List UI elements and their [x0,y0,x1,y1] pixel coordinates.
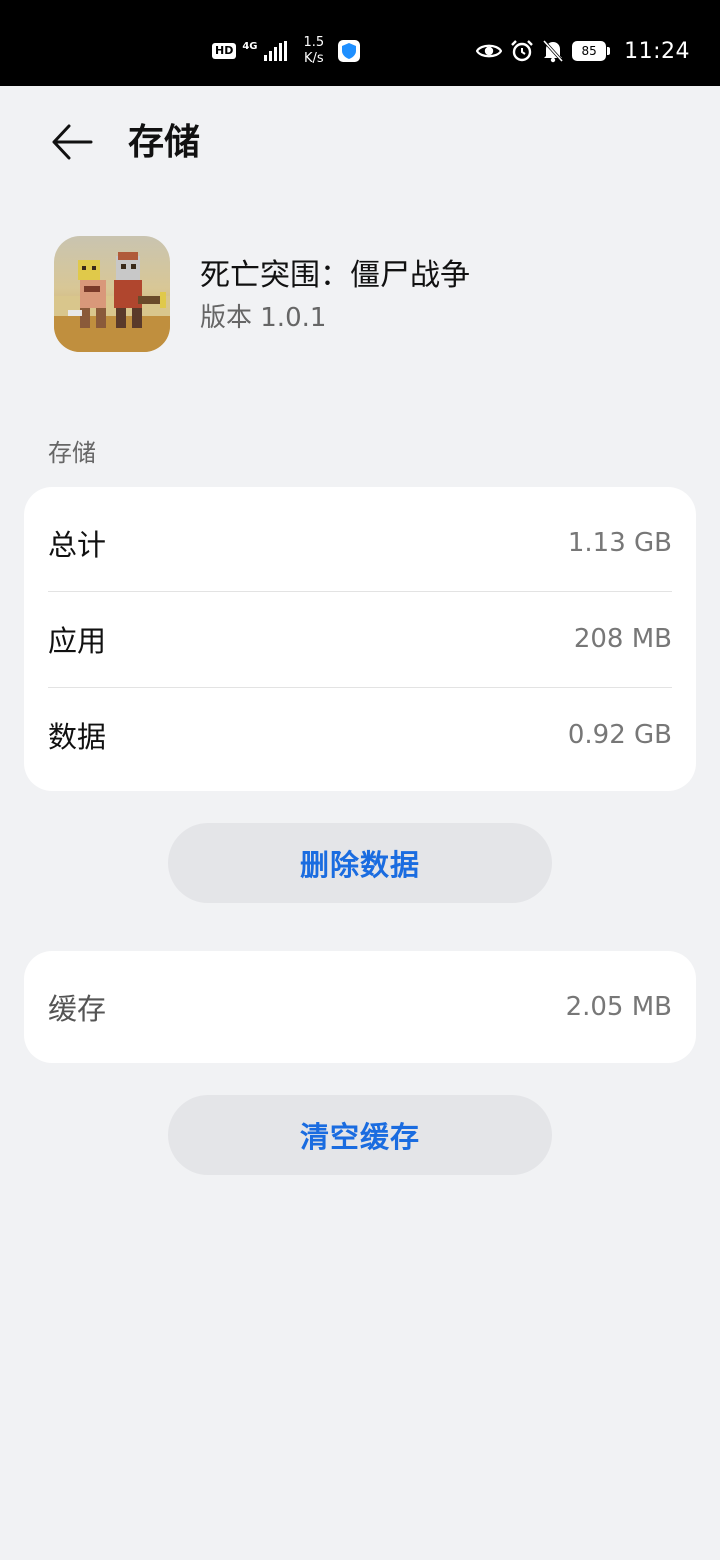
status-bar: HD 4G 1.5 K/s 85 11:24 [0,0,720,86]
bell-off-icon [542,39,564,63]
storage-row-data: 数据 0.92 GB [24,687,696,783]
storage-section-label: 存储 [48,439,96,467]
app-info: 死亡突围：僵尸战争 版本 1.0.1 [0,236,720,352]
row-value: 0.92 GB [567,720,672,750]
clear-cache-button[interactable]: 清空缓存 [168,1095,552,1175]
clock: 11:24 [624,38,690,64]
status-right: 85 11:24 [476,36,690,66]
back-button[interactable] [44,114,100,170]
battery-level: 85 [572,41,607,61]
cache-row: 缓存 2.05 MB [24,951,696,1063]
storage-card: 总计 1.13 GB 应用 208 MB 数据 0.92 GB [24,487,696,791]
row-label: 数据 [48,720,107,754]
shield-icon [338,40,361,62]
cache-label: 缓存 [48,992,107,1026]
page-title: 存储 [128,122,201,163]
app-version: 版本 1.0.1 [200,303,327,333]
row-value: 1.13 GB [567,528,672,558]
header: 存储 [0,86,720,202]
row-value: 208 MB [573,624,672,654]
status-left: HD 4G 1.5 K/s [212,35,361,67]
network-speed: 1.5 K/s [304,35,325,67]
alarm-icon [511,40,533,62]
storage-row-app: 应用 208 MB [24,591,696,687]
network-type: 4G [242,41,258,52]
speed-value: 1.5 [303,35,325,50]
signal-icon [263,41,287,61]
row-label: 总计 [48,528,107,562]
battery-icon: 85 [572,41,611,61]
storage-row-total: 总计 1.13 GB [24,495,696,591]
hd-badge: HD [212,43,237,59]
cache-card: 缓存 2.05 MB [24,951,696,1063]
back-arrow-icon [52,124,93,160]
delete-data-button[interactable]: 删除数据 [168,823,552,903]
app-icon [54,236,170,352]
eye-icon [476,44,503,58]
cache-value: 2.05 MB [565,992,672,1022]
speed-unit: K/s [304,51,324,66]
row-label: 应用 [48,624,107,658]
app-name: 死亡突围：僵尸战争 [200,258,470,293]
